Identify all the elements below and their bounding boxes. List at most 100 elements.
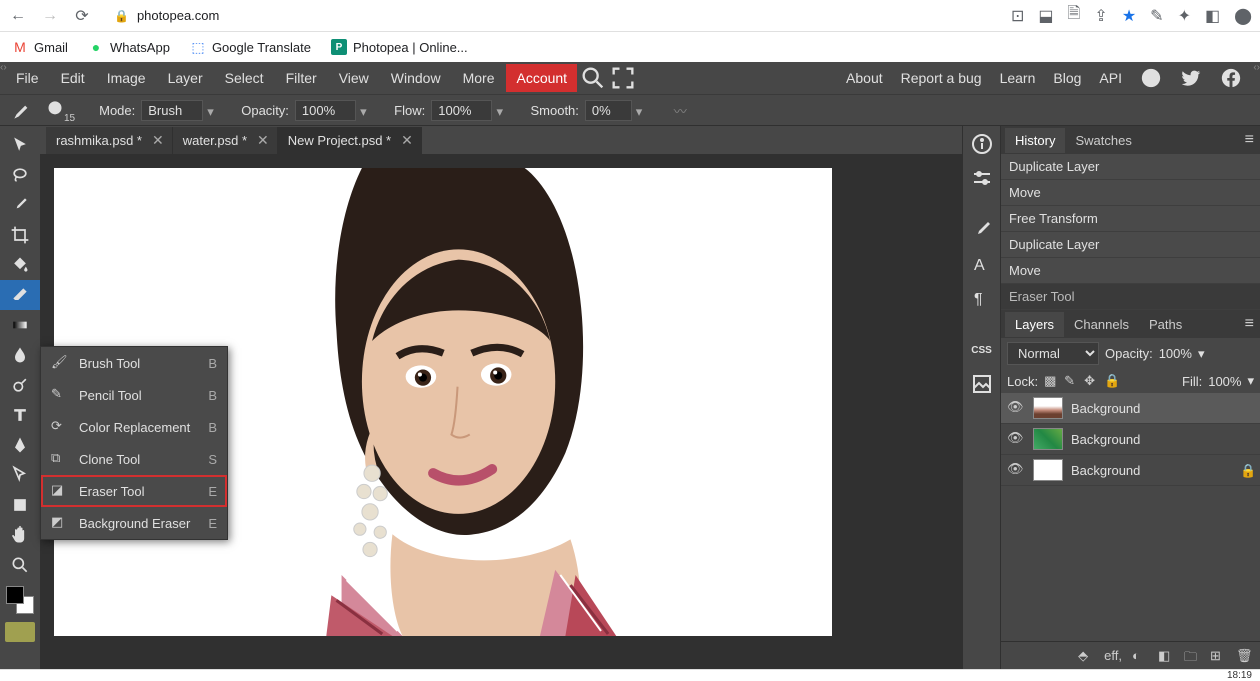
lasso-tool[interactable]: [0, 160, 40, 190]
tool-preset-icon[interactable]: [10, 97, 36, 123]
share-icon[interactable]: ⇪: [1094, 6, 1107, 26]
gradient-tool[interactable]: [0, 310, 40, 340]
history-item[interactable]: Duplicate Layer: [1001, 232, 1260, 258]
opacity-value[interactable]: 100%: [295, 100, 356, 121]
close-icon[interactable]: ✕: [152, 132, 164, 149]
crop-tool[interactable]: [0, 220, 40, 250]
page-icon[interactable]: 🗎: [1068, 2, 1081, 29]
lock-all-icon[interactable]: 🔒: [1104, 373, 1120, 389]
ctx-background-eraser[interactable]: ◩ Background Eraser E: [41, 507, 227, 539]
info-icon[interactable]: [970, 132, 994, 156]
mode-select[interactable]: Brush: [141, 100, 203, 121]
doc-tab-1[interactable]: water.psd * ✕: [173, 127, 278, 154]
ctx-eraser-tool[interactable]: ◪ Eraser Tool E: [41, 475, 227, 507]
tab-swatches[interactable]: Swatches: [1065, 128, 1141, 153]
text-tool[interactable]: [0, 400, 40, 430]
new-layer-icon[interactable]: ⊞: [1210, 648, 1226, 664]
blend-mode-select[interactable]: Normal: [1007, 342, 1099, 365]
flow-value[interactable]: 100%: [431, 100, 492, 121]
pressure-icon[interactable]: 〰: [674, 101, 687, 120]
color-swatch[interactable]: [6, 586, 34, 614]
adjustment-icon[interactable]: ◧: [1158, 648, 1174, 664]
reload-button[interactable]: ⟳: [72, 6, 92, 26]
tab-layers[interactable]: Layers: [1005, 312, 1064, 337]
panel-menu-icon[interactable]: ≡: [1245, 315, 1254, 333]
eraser-tool[interactable]: [0, 280, 40, 310]
bookmark-gtranslate[interactable]: ⬚ Google Translate: [190, 39, 311, 55]
pen-tool[interactable]: [0, 430, 40, 460]
bookmark-photopea[interactable]: P Photopea | Online...: [331, 39, 468, 55]
history-item[interactable]: Free Transform: [1001, 206, 1260, 232]
brush-tool[interactable]: [0, 190, 40, 220]
sidepanel-icon[interactable]: ◧: [1205, 6, 1220, 26]
menu-edit[interactable]: Edit: [51, 64, 95, 92]
adjustments-icon[interactable]: [970, 166, 994, 190]
image-panel-icon[interactable]: [970, 372, 994, 396]
lock-pixels-icon[interactable]: ✎: [1064, 373, 1080, 389]
download-icon[interactable]: ⬓: [1038, 6, 1053, 26]
close-icon[interactable]: ✕: [401, 132, 413, 149]
menu-api[interactable]: API: [1099, 70, 1122, 86]
visibility-icon[interactable]: 👁: [1007, 430, 1025, 448]
menu-about[interactable]: About: [846, 70, 883, 86]
bookmark-whatsapp[interactable]: ● WhatsApp: [88, 39, 170, 55]
layer-opacity-value[interactable]: 100%: [1159, 346, 1192, 361]
layer-item[interactable]: 👁 Background: [1001, 424, 1260, 455]
history-item[interactable]: Move: [1001, 258, 1260, 284]
layer-item[interactable]: 👁 Background: [1001, 393, 1260, 424]
chevron-down-icon[interactable]: ▾: [207, 104, 219, 116]
lock-position-icon[interactable]: ✥: [1084, 373, 1100, 389]
reddit-icon[interactable]: [1140, 67, 1162, 89]
address-bar[interactable]: 🔒 photopea.com: [104, 4, 999, 27]
visibility-icon[interactable]: 👁: [1007, 461, 1025, 479]
folder-icon[interactable]: 🗀: [1184, 648, 1200, 664]
link-icon[interactable]: ⬘: [1078, 648, 1094, 664]
menu-more[interactable]: More: [453, 64, 505, 92]
chevron-down-icon[interactable]: ▾: [360, 104, 372, 116]
history-item[interactable]: Eraser Tool: [1001, 284, 1260, 310]
chevron-down-icon[interactable]: ▾: [1198, 346, 1205, 362]
facebook-icon[interactable]: [1220, 67, 1242, 89]
history-item[interactable]: Move: [1001, 180, 1260, 206]
doc-tab-2[interactable]: New Project.psd * ✕: [278, 127, 422, 154]
dodge-tool[interactable]: [0, 370, 40, 400]
layer-thumbnail[interactable]: [1033, 428, 1063, 450]
menu-image[interactable]: Image: [97, 64, 156, 92]
ctx-pencil-tool[interactable]: ✎ Pencil Tool B: [41, 379, 227, 411]
tab-paths[interactable]: Paths: [1139, 312, 1192, 337]
ctx-color-replacement[interactable]: ⟳ Color Replacement B: [41, 411, 227, 443]
path-select-tool[interactable]: [0, 460, 40, 490]
back-button[interactable]: ←: [8, 6, 28, 26]
close-icon[interactable]: ✕: [257, 132, 269, 149]
search-icon[interactable]: [579, 64, 607, 92]
ctx-brush-tool[interactable]: 🖌 Brush Tool B: [41, 347, 227, 379]
visibility-icon[interactable]: 👁: [1007, 399, 1025, 417]
panel-menu-icon[interactable]: ≡: [1245, 131, 1254, 149]
menu-file[interactable]: File: [6, 64, 49, 92]
layer-name[interactable]: Background: [1071, 401, 1140, 416]
twitter-icon[interactable]: [1180, 67, 1202, 89]
fullscreen-icon[interactable]: [609, 64, 637, 92]
mask-icon[interactable]: ◐: [1132, 648, 1148, 664]
character-icon[interactable]: A: [970, 252, 994, 276]
bookmark-gmail[interactable]: M Gmail: [12, 39, 68, 55]
ctx-clone-tool[interactable]: ⧉ Clone Tool S: [41, 443, 227, 475]
fx-label[interactable]: eff,: [1104, 648, 1122, 663]
delete-icon[interactable]: 🗑: [1236, 648, 1252, 664]
chevron-down-icon[interactable]: ▾: [636, 104, 648, 116]
bucket-tool[interactable]: [0, 250, 40, 280]
menu-learn[interactable]: Learn: [1000, 70, 1036, 86]
forward-button[interactable]: →: [40, 6, 60, 26]
move-tool[interactable]: [0, 130, 40, 160]
tab-channels[interactable]: Channels: [1064, 312, 1139, 337]
menu-report-bug[interactable]: Report a bug: [901, 70, 982, 86]
history-item[interactable]: Duplicate Layer: [1001, 154, 1260, 180]
foreground-color[interactable]: [6, 586, 24, 604]
zoom-tool[interactable]: [0, 550, 40, 580]
layer-thumbnail[interactable]: [1033, 459, 1063, 481]
menu-blog[interactable]: Blog: [1053, 70, 1081, 86]
eyedropper-ext-icon[interactable]: ✎: [1150, 6, 1163, 26]
paragraph-icon[interactable]: ¶: [970, 286, 994, 310]
menu-account[interactable]: Account: [506, 64, 577, 92]
layer-item[interactable]: 👁 Background 🔒: [1001, 455, 1260, 486]
